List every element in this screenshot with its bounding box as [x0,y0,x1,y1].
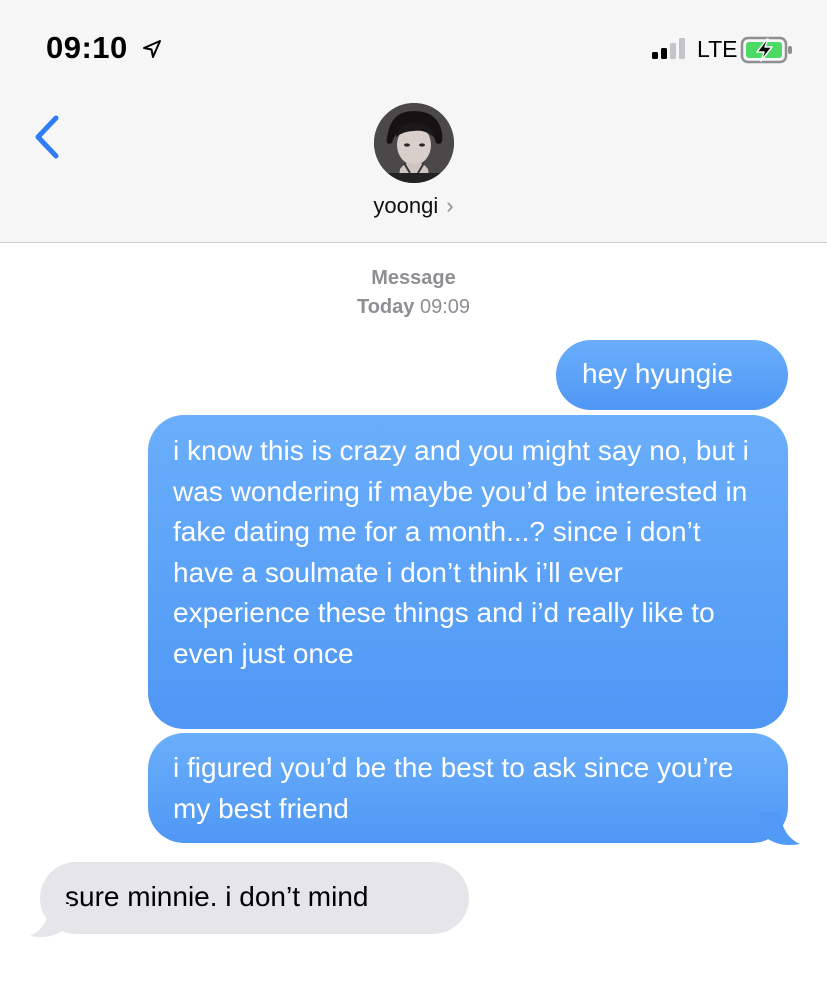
timestamp-time: 09:09 [419,296,471,318]
messages-screen: 09:10 LTE yoongi › Message Today 09:09 h… [0,0,827,985]
signal-bars-icon [652,38,685,59]
status-time: 09:10 [46,30,128,65]
outgoing-message-bubble[interactable]: hey hyungie [556,340,788,410]
network-label: LTE [697,36,738,62]
outgoing-message-bubble[interactable]: i know this is crazy and you might say n… [148,415,788,729]
thread-timestamp: Today 09:09 [0,296,827,319]
contact-avatar[interactable] [374,103,454,183]
chevron-right-icon: › [446,193,454,218]
battery-charging-icon [740,36,792,64]
location-arrow-icon [143,40,161,58]
contact-name: yoongi [373,193,439,218]
incoming-message-bubble[interactable]: sure minnie. i don’t mind [40,862,469,934]
contact-name-button[interactable]: yoongi › [0,193,827,219]
outgoing-bubble-tail [760,812,800,845]
outgoing-message-bubble[interactable]: i figured you’d be the best to ask since… [148,733,788,843]
avatar-portrait [374,103,454,183]
chevron-left-icon[interactable] [32,114,62,160]
incoming-bubble-tail [30,904,70,937]
service-label: Message [371,267,456,289]
conversation-header: 09:10 LTE yoongi › [0,0,827,243]
timestamp-date: Today [356,296,415,318]
